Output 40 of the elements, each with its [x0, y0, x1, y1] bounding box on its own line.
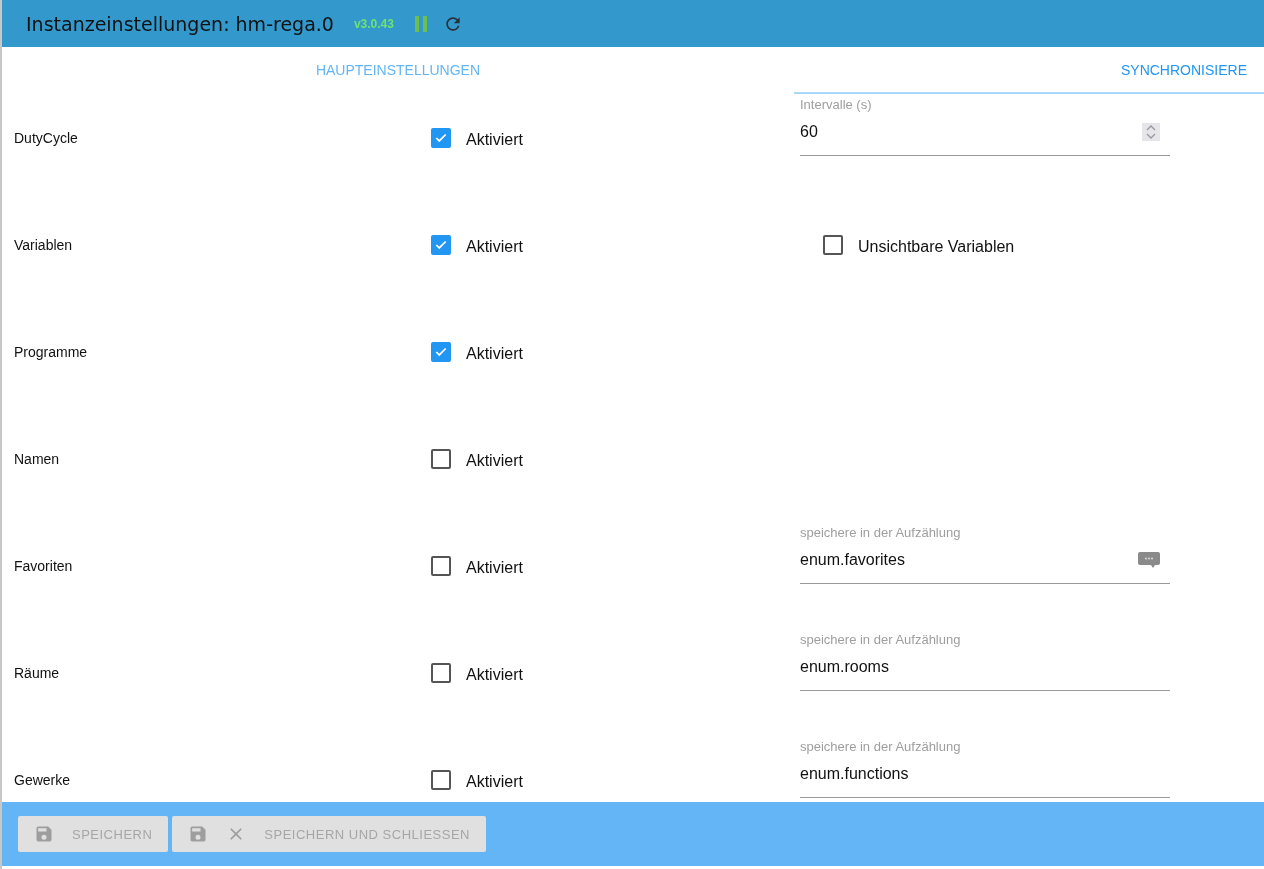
setting-label: DutyCycle [14, 129, 79, 148]
version-label: v3.0.43 [353, 16, 394, 31]
field-label: speichere in der Aufzählung [800, 525, 962, 540]
spinner-icon[interactable] [1142, 122, 1160, 141]
window-title: Instanzeinstellungen: hm-rega.0 [26, 12, 334, 35]
number-field[interactable]: 60 [800, 112, 1170, 156]
checkbox[interactable] [431, 128, 451, 148]
checkbox[interactable] [431, 449, 451, 469]
setting-label: Räume [14, 664, 61, 683]
checkbox[interactable] [431, 342, 451, 362]
checkbox-label: Aktiviert [466, 559, 523, 577]
setting-label: Namen [14, 450, 61, 469]
field-label: speichere in der Aufzählung [800, 739, 962, 754]
save-icon [188, 824, 209, 844]
checkbox-label: Aktiviert [466, 666, 523, 684]
checkbox[interactable] [431, 770, 451, 790]
setting-label: Favoriten [14, 557, 74, 576]
text-field[interactable]: enum.functions [800, 754, 1170, 798]
setting-label: Programme [14, 343, 89, 362]
text-field[interactable]: enum.rooms [800, 647, 1170, 691]
checkbox-label: Unsichtbare Variablen [858, 238, 1015, 256]
checkbox[interactable] [823, 235, 843, 255]
setting-label: Variablen [14, 236, 74, 255]
checkbox-label: Aktiviert [466, 131, 523, 149]
comment-icon[interactable] [1138, 551, 1160, 568]
checkbox-label: Aktiviert [466, 345, 523, 363]
checkbox[interactable] [431, 663, 451, 683]
checkbox[interactable] [431, 556, 451, 576]
checkbox[interactable] [431, 235, 451, 255]
checkbox-label: Aktiviert [466, 452, 523, 470]
check-icon [434, 131, 448, 145]
check-icon [434, 345, 448, 359]
check-icon [434, 238, 448, 252]
save-icon [34, 824, 54, 844]
field-label: Intervalle (s) [800, 97, 873, 112]
checkbox-label: Aktiviert [466, 773, 523, 791]
field-label: speichere in der Aufzählung [800, 632, 962, 647]
checkbox-label: Aktiviert [466, 238, 523, 256]
setting-label: Gewerke [14, 771, 72, 790]
text-field[interactable]: enum.favorites [800, 540, 1170, 584]
